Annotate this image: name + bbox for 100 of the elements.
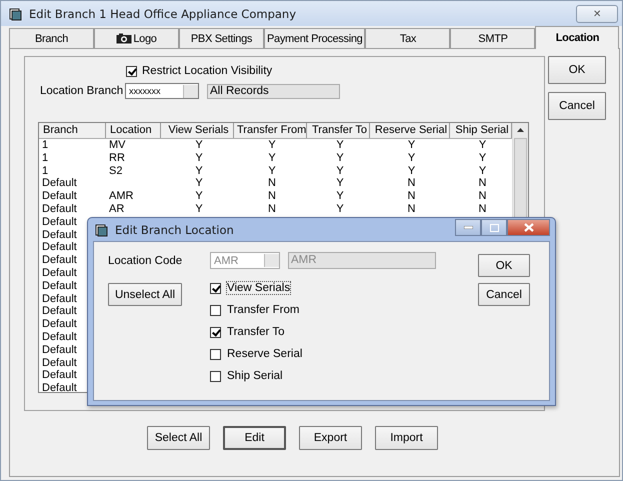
checkbox-label: Ship Serial [226,369,284,383]
window-title: Edit Branch 1 Head Office Appliance Company [29,6,296,20]
window-icon [9,6,23,20]
table-cell: N [268,177,276,190]
table-cell: Y [336,164,344,177]
action-button[interactable]: Export [299,426,362,450]
table-cell: Y [268,152,276,164]
unselect-all-button[interactable]: Unselect All [108,283,182,306]
table-cell: N [478,202,486,215]
column-header[interactable]: Branch [39,123,106,138]
minimize-icon [464,226,472,229]
field-label: Location Branch [40,85,124,97]
tab[interactable]: Tax [365,28,450,48]
table-cell: MV [109,139,126,151]
tab[interactable]: Payment Processing [264,28,366,48]
checkbox[interactable] [126,66,137,76]
minimize-button[interactable] [455,219,481,236]
maximize-icon [490,224,498,232]
table-cell: Y [478,139,486,151]
table-cell: Y [195,164,203,177]
table-cell: N [268,190,276,202]
field-label: Location Code [108,255,184,267]
table-cell: Y [408,139,416,151]
tab[interactable]: SMTP [450,28,536,48]
checkbox-label: Reserve Serial [226,347,304,361]
table-cell: N [478,177,486,190]
table-cell: N [408,202,416,215]
table-cell: Default [42,202,77,215]
table-cell: S2 [109,164,122,177]
table-cell: Default [42,241,77,254]
dialog-button[interactable]: Cancel [478,283,530,306]
dialog-button[interactable]: OK [478,254,530,277]
checkbox[interactable] [210,326,221,338]
column-header[interactable]: Transfer From [234,123,307,138]
dialog-title: Edit Branch Location [115,222,234,236]
table-cell: Default [42,190,77,202]
table-cell: Y [195,190,203,202]
action-button[interactable]: Select All [147,426,210,450]
table-cell: Y [268,164,276,177]
table-cell: Default [42,305,77,318]
checkbox-label: Transfer From [226,303,300,317]
column-header[interactable]: Transfer To [307,123,370,138]
table-cell: Default [42,369,77,382]
table-cell: Y [478,152,486,164]
column-header[interactable]: View Serials [161,123,234,138]
table-cell: Default [42,318,77,330]
checkbox[interactable] [210,304,221,316]
table-cell: Y [195,177,203,190]
scroll-up-icon[interactable] [517,128,524,132]
table-cell: Y [408,164,416,177]
table-cell: Y [336,177,344,190]
window-icon [95,222,109,236]
close-icon [524,223,534,232]
table-cell: N [268,202,276,215]
table-cell: Y [336,190,344,202]
table-cell: Default [42,356,77,369]
table-cell: Y [478,164,486,177]
checkbox-label: View Serials [226,281,292,295]
location-combo[interactable]: AMR [210,252,280,269]
table-cell: N [408,177,416,190]
table-cell: Default [42,228,77,241]
table-cell: Default [42,216,77,228]
table-cell: Y [408,152,416,164]
checkbox[interactable] [210,370,221,382]
dialog-button[interactable]: OK [548,56,606,84]
column-header[interactable]: Location [106,123,161,138]
close-button[interactable] [507,219,550,236]
table-cell: 1 [42,152,48,164]
table-cell: Y [336,152,344,164]
table-cell: AR [109,202,124,215]
table-cell: Default [42,292,77,305]
action-button[interactable]: Edit [223,426,286,450]
table-cell: Y [336,202,344,215]
table-cell: Y [195,202,203,215]
checkbox-label: Restrict Location Visibility [142,65,272,77]
checkbox[interactable] [210,348,221,360]
description-field: AMR [288,252,436,269]
checkbox[interactable] [210,282,221,294]
table-cell: Y [195,139,203,151]
tab[interactable]: Branch [9,28,94,48]
table-cell: 1 [42,164,48,177]
tab[interactable]: Location [535,26,620,49]
close-button[interactable]: ✕ [576,4,618,22]
table-cell: Y [336,139,344,151]
table-cell: RR [109,152,125,164]
dialog-button[interactable]: Cancel [548,92,606,120]
table-cell: Default [42,382,77,392]
maximize-button[interactable] [481,219,507,236]
tab[interactable]: PBX Settings [179,28,264,48]
table-cell: Default [42,254,77,266]
table-cell: AMR [109,190,134,202]
column-header[interactable]: Reserve Serial [370,123,450,138]
checkbox-label: Transfer To [226,325,286,339]
action-button[interactable]: Import [375,426,438,450]
table-cell: N [408,190,416,202]
table-cell: Y [268,139,276,151]
table-cell: Default [42,266,77,279]
tab[interactable]: Logo [94,28,179,48]
table-cell: N [478,190,486,202]
branch-combo[interactable]: xxxxxxx [125,83,199,99]
